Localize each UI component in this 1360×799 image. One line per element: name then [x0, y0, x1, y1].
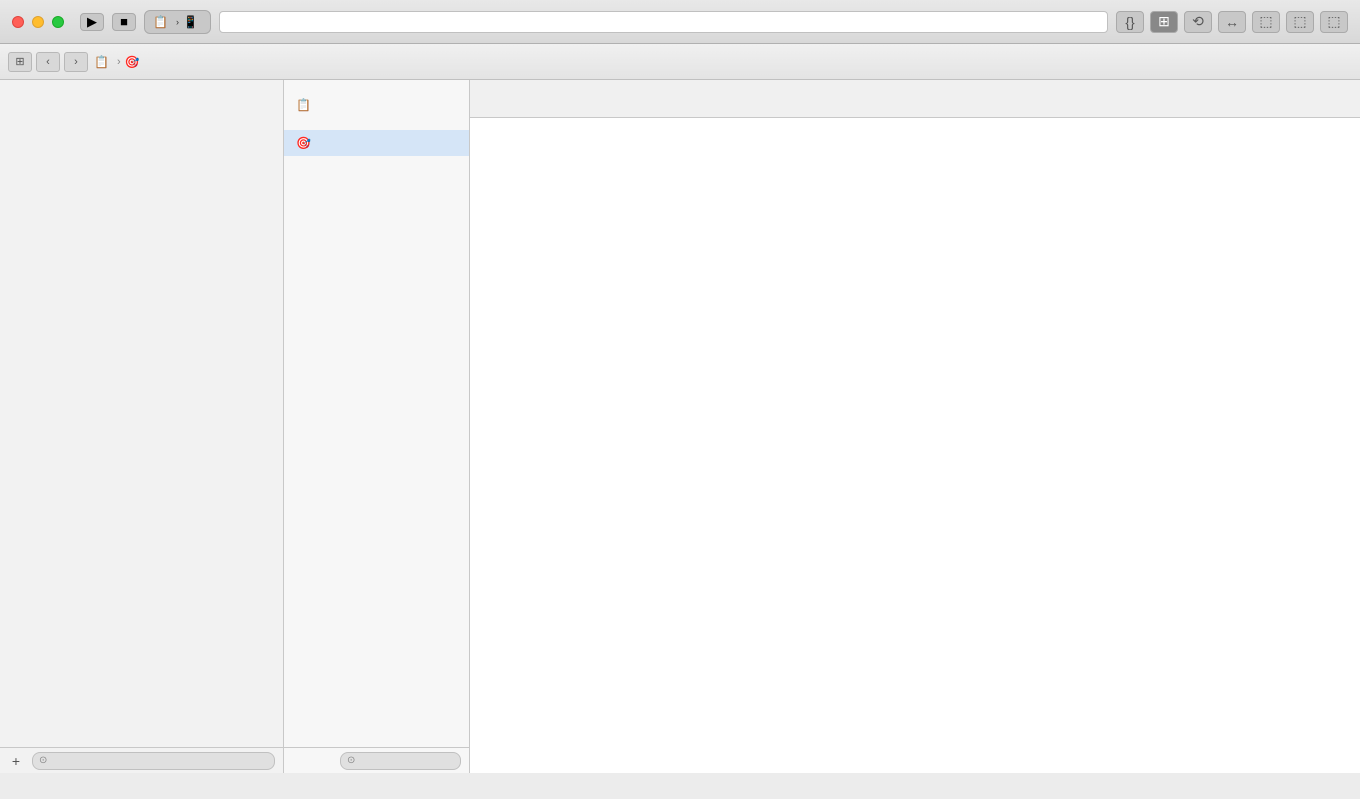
project-section-header	[284, 80, 469, 92]
code-view-btn[interactable]: {}	[1116, 11, 1144, 33]
sidebar: + ⊙	[0, 80, 284, 773]
layout-btn[interactable]: ⊞	[1150, 11, 1178, 33]
scheme-selector[interactable]: 📋 › 📱	[144, 10, 211, 34]
middle-filter[interactable]: ⊙	[340, 752, 461, 770]
middle-panel: 📋 🎯 ⊙	[284, 80, 470, 773]
middle-filter-icon: ⊙	[347, 755, 355, 766]
middle-remove-btn[interactable]	[316, 753, 332, 769]
traffic-lights	[12, 16, 64, 28]
sidebar-filter[interactable]: ⊙	[32, 752, 275, 770]
stop-button[interactable]: ■	[112, 13, 136, 31]
nav-forward[interactable]: ›	[64, 52, 88, 72]
navigator-btn[interactable]: ⬚	[1252, 11, 1280, 33]
breadcrumb-icon: 📋	[94, 55, 109, 69]
breadcrumb: 📋 › 🎯	[94, 55, 144, 69]
capabilities-content	[470, 118, 1360, 773]
middle-add-btn[interactable]	[292, 753, 308, 769]
nav-grid[interactable]: ⊞	[8, 52, 32, 72]
title-bar: ▶ ■ 📋 › 📱 {} ⊞ ⟲ ↔ ⬚ ⬚ ⬚	[0, 0, 1360, 44]
sidebar-add-btn[interactable]: +	[8, 753, 24, 769]
maximize-button[interactable]	[52, 16, 64, 28]
main-layout: + ⊙ 📋 🎯 ⊙	[0, 80, 1360, 773]
project-icon: 📋	[296, 98, 311, 112]
device-icon: 📱	[183, 15, 198, 29]
target-icon: 🎯	[296, 136, 311, 150]
filter-icon: ⊙	[39, 755, 47, 766]
inspector-btn[interactable]: ⬚	[1320, 11, 1348, 33]
secondary-toolbar: ⊞ ‹ › 📋 › 🎯	[0, 44, 1360, 80]
authors-btn[interactable]: ⟲	[1184, 11, 1212, 33]
project-item[interactable]: 📋	[284, 92, 469, 118]
debug-btn[interactable]: ⬚	[1286, 11, 1314, 33]
breadcrumb-sep: ›	[117, 56, 121, 68]
sidebar-footer: + ⊙	[0, 747, 283, 773]
status-bar-display	[219, 11, 1108, 33]
toolbar-actions: {} ⊞ ⟲ ↔ ⬚ ⬚ ⬚	[1116, 11, 1348, 33]
minimize-button[interactable]	[32, 16, 44, 28]
target-item[interactable]: 🎯	[284, 130, 469, 156]
middle-panel-footer: ⊙	[284, 747, 469, 773]
scheme-icon: 📋	[153, 15, 168, 29]
close-button[interactable]	[12, 16, 24, 28]
tab-bar	[470, 80, 1360, 118]
breadcrumb-icon2: 🎯	[125, 55, 140, 69]
sidebar-tree	[0, 80, 283, 747]
chevron-icon: ›	[176, 17, 179, 27]
targets-section-header	[284, 118, 469, 130]
run-button[interactable]: ▶	[80, 13, 104, 31]
nav-back[interactable]: ‹	[36, 52, 60, 72]
nav-controls: ⊞ ‹ ›	[8, 52, 88, 72]
content-area	[470, 80, 1360, 773]
back-forward-btn[interactable]: ↔	[1218, 11, 1246, 33]
